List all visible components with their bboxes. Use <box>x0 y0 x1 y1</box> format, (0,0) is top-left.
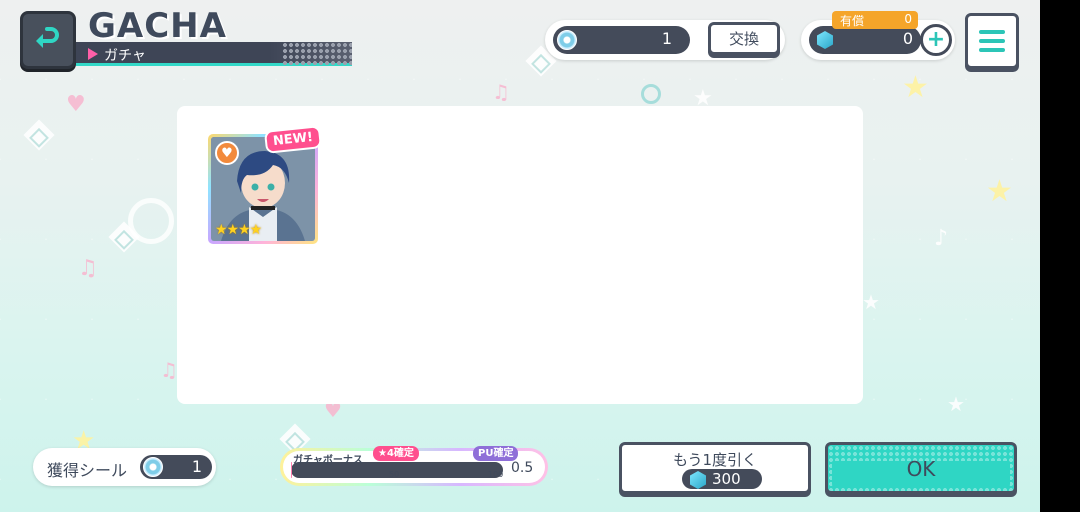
paid-gem-tag: 有償 0 <box>832 11 918 29</box>
heart-icon: ♥ <box>215 141 239 165</box>
paid-count: 0 <box>904 12 912 26</box>
title-bar: ガチャ <box>76 42 352 66</box>
dot-pattern <box>282 42 352 66</box>
gem-field: 0 <box>809 26 921 54</box>
headphones-decoration: ♪ <box>934 226 949 251</box>
sticker-icon <box>557 30 577 50</box>
earned-sticker-label: 獲得シール <box>47 461 128 480</box>
menu-button[interactable] <box>965 13 1019 69</box>
menu-icon-line <box>979 39 1005 43</box>
music-note-decoration: ♫ <box>492 80 510 104</box>
earned-sticker-pill: 獲得シール 1 <box>33 448 216 486</box>
earned-sticker-count: 1 <box>191 457 202 476</box>
exchange-button[interactable]: 交換 <box>708 22 780 55</box>
triangle-icon <box>88 48 98 60</box>
pickup-guarantee-tag: PU確定 <box>473 446 519 461</box>
bonus-value: 0.5 <box>511 460 534 476</box>
ring-decoration <box>128 198 174 244</box>
music-note-decoration: ♫ <box>160 358 178 382</box>
star-decoration: ★ <box>862 290 880 314</box>
bonus-title: ガチャボーナス <box>293 455 363 466</box>
four-star-guarantee-tag: ★4確定 <box>373 446 419 461</box>
star-wreath-decoration: ★ <box>902 70 929 105</box>
gacha-result-panel: ♥ ★★★★ NEW! <box>177 106 863 404</box>
gacha-bonus-gauge: ガチャボーナス ★4確定 PU確定 50 100 0.5 <box>280 446 548 486</box>
heart-decoration: ♥ <box>66 92 86 117</box>
gem-icon <box>817 31 833 49</box>
menu-icon-line <box>979 30 1005 34</box>
ok-button[interactable]: OK <box>825 442 1017 494</box>
ring-decoration <box>641 84 661 104</box>
result-card[interactable]: ♥ ★★★★ NEW! <box>208 125 323 244</box>
star-decoration: ★ <box>947 392 965 416</box>
bonus-tick-50: 50 <box>389 470 400 479</box>
draw-again-label: もう1度引く <box>672 451 758 469</box>
sticker-count: 1 <box>661 29 672 48</box>
sticker-icon <box>143 457 163 477</box>
gem-count: 0 <box>902 29 913 48</box>
bonus-progress-fill <box>291 462 293 478</box>
gem-icon <box>690 471 706 489</box>
music-note-decoration: ♫ <box>78 256 98 281</box>
sticker-field: 1 <box>553 26 690 54</box>
page-title: GACHA <box>88 6 227 46</box>
paid-label: 有償 <box>840 14 865 28</box>
screen-edge <box>1040 0 1080 512</box>
card-artwork: ♥ ★★★★ <box>211 137 315 241</box>
earned-sticker-field: 1 <box>140 455 212 479</box>
bonus-tick-100: 100 <box>488 470 504 479</box>
page-subtitle: ガチャ <box>104 48 146 64</box>
rarity-stars: ★★★★ <box>215 222 262 238</box>
add-gems-button[interactable]: + <box>920 24 952 56</box>
draw-cost-field: 300 <box>682 469 762 489</box>
back-arrow-icon <box>36 27 59 48</box>
menu-icon-line <box>979 48 1005 52</box>
ok-label: OK <box>906 457 936 481</box>
draw-cost: 300 <box>712 470 741 488</box>
back-button[interactable] <box>20 11 76 69</box>
star-wreath-decoration: ★ <box>986 174 1013 209</box>
draw-again-button[interactable]: もう1度引く 300 <box>619 442 811 494</box>
